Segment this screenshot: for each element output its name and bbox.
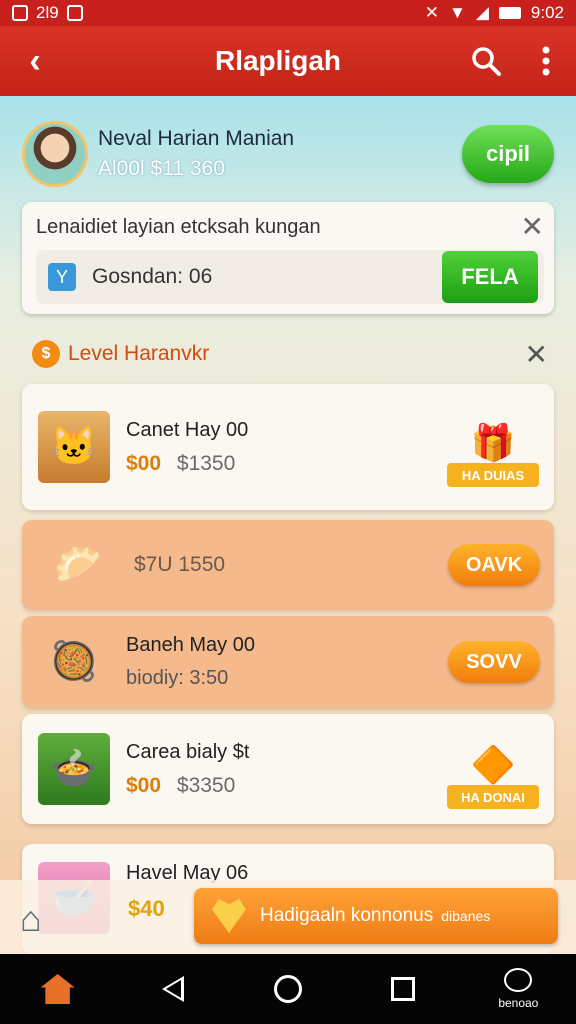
more-vert-icon	[542, 46, 550, 76]
bottom-overlay: ⌂ $40 Hadigaaln konnonus dibanes	[0, 880, 576, 954]
home-outline-icon[interactable]: ⌂	[20, 898, 42, 940]
app-notification-icon	[66, 5, 83, 21]
price-main: $00	[126, 773, 162, 797]
status-right: ✕ ▼ ◢ 9:02	[425, 3, 564, 23]
price-sub: $1350	[176, 451, 236, 475]
system-nav-bar: benoao	[0, 954, 576, 1024]
notice-close-icon[interactable]: ✕	[521, 210, 544, 243]
item-action-button[interactable]: OAVK	[448, 544, 540, 586]
item-title: Baneh May 00	[126, 634, 255, 656]
back-button[interactable]: ‹	[0, 42, 70, 81]
banner-tag: dibanes	[441, 908, 491, 924]
list-item[interactable]: 🍲 Carea bialy $t $00 $3350 🔶 HA DONAI	[22, 714, 554, 824]
card-text: Canet Hay 00 $00 $1350	[126, 419, 248, 476]
cat-thumbnail: 🐱	[38, 411, 110, 483]
square-icon	[391, 977, 416, 1001]
nav-home-circle-button[interactable]	[248, 959, 328, 1019]
notification-icon	[12, 5, 28, 21]
signal-icon: ◢	[475, 3, 489, 22]
item-price: $00 $3350	[126, 774, 249, 798]
nav-recents-button[interactable]	[363, 959, 443, 1019]
status-time-left: 2l9	[36, 3, 59, 22]
overlay-price: $40	[128, 896, 165, 921]
notice-label: Gosndan: 06	[92, 265, 213, 288]
user-name: Neval Harian Manian	[98, 127, 295, 150]
card-text: $7U 1550	[134, 553, 225, 577]
search-button[interactable]	[456, 31, 516, 91]
content-area: Neval Harian Manian Al00l $11 360 cipil …	[0, 96, 576, 954]
food-bowl-thumbnail: 🥟	[54, 544, 102, 586]
item-title: Canet Hay 00	[126, 418, 249, 441]
section-header: $ Level Haranvkr ✕	[32, 336, 548, 372]
status-time: 9:02	[530, 3, 564, 22]
gift-icon: 🎁	[470, 422, 516, 463]
price-sub: $7U 1550	[134, 553, 226, 576]
user-action-button[interactable]: cipil	[462, 125, 554, 183]
bonus-banner-button[interactable]: Hadigaaln konnonus dibanes	[194, 888, 558, 944]
item-action-button[interactable]: SOVV	[448, 641, 540, 683]
list-item[interactable]: 🥟 $7U 1550 OAVK	[22, 520, 554, 610]
feed-button[interactable]: FELA	[442, 251, 538, 303]
heart-icon	[212, 899, 246, 933]
battery-icon	[498, 7, 521, 19]
vibrate-icon: ✕	[424, 3, 439, 22]
pot-thumbnail: 🥘	[50, 641, 98, 683]
item-action-button[interactable]: 🔶 HA DONAI	[446, 729, 540, 809]
card-text: Baneh May 00 biodiy: 3:50	[126, 634, 255, 690]
app-icon	[504, 968, 533, 992]
item-title: Carea bialy $t	[126, 740, 250, 763]
avatar[interactable]	[22, 121, 88, 187]
notice-text: Lenaidiet layian etcksah kungan	[36, 216, 321, 238]
status-left: 2l9	[12, 3, 83, 23]
app-bar: ‹ Rlapligah	[0, 26, 576, 96]
nav-back-button[interactable]	[133, 959, 213, 1019]
nav-home-button[interactable]	[18, 959, 98, 1019]
search-icon	[472, 47, 501, 76]
page-title: Rlapligah	[214, 45, 341, 76]
notice-card: Lenaidiet layian etcksah kungan ✕ Y Gosn…	[22, 202, 554, 314]
user-balance: Al00l $11 360	[98, 157, 225, 180]
item-action-label: HA DONAI	[447, 785, 539, 809]
back-triangle-icon	[161, 976, 184, 1002]
item-price: $7U 1550	[134, 553, 225, 577]
banner-label: Hadigaaln konnonus	[260, 905, 434, 926]
user-header: Neval Harian Manian Al00l $11 360 cipil	[22, 114, 554, 194]
notice-row: Y Gosndan: 06 FELA	[36, 250, 544, 304]
nav-app-label: benoao	[498, 996, 539, 1010]
wifi-icon: ▼	[449, 3, 466, 22]
home-icon	[40, 974, 75, 1004]
card-text: Carea bialy $t $00 $3350	[126, 741, 249, 798]
list-item[interactable]: 🥘 Baneh May 00 biodiy: 3:50 SOVV	[22, 616, 554, 708]
status-bar: 2l9 ✕ ▼ ◢ 9:02	[0, 0, 576, 26]
item-subtitle: biodiy: 3:50	[126, 667, 229, 689]
price-main: $00	[126, 451, 162, 475]
overflow-menu-button[interactable]	[516, 31, 576, 91]
coin-icon: $	[32, 340, 60, 368]
item-action-label: HA DUIAS	[447, 463, 539, 487]
price-sub: $3350	[176, 773, 236, 797]
section-title: Level Haranvkr	[68, 342, 210, 365]
circle-icon	[273, 975, 302, 1003]
item-action-button[interactable]: 🎁 HA DUIAS	[446, 407, 540, 487]
grain-bowl-thumbnail: 🍲	[38, 733, 110, 805]
section-close-icon[interactable]: ✕	[525, 338, 548, 371]
flag-icon: Y	[48, 263, 76, 291]
list-item[interactable]: 🐱 Canet Hay 00 $00 $1350 🎁 HA DUIAS	[22, 384, 554, 510]
item-price: $00 $1350	[126, 452, 248, 476]
user-info: Neval Harian Manian Al00l $11 360	[98, 127, 294, 181]
reward-icon: 🔶	[470, 744, 516, 785]
nav-app-button[interactable]: benoao	[478, 959, 558, 1019]
